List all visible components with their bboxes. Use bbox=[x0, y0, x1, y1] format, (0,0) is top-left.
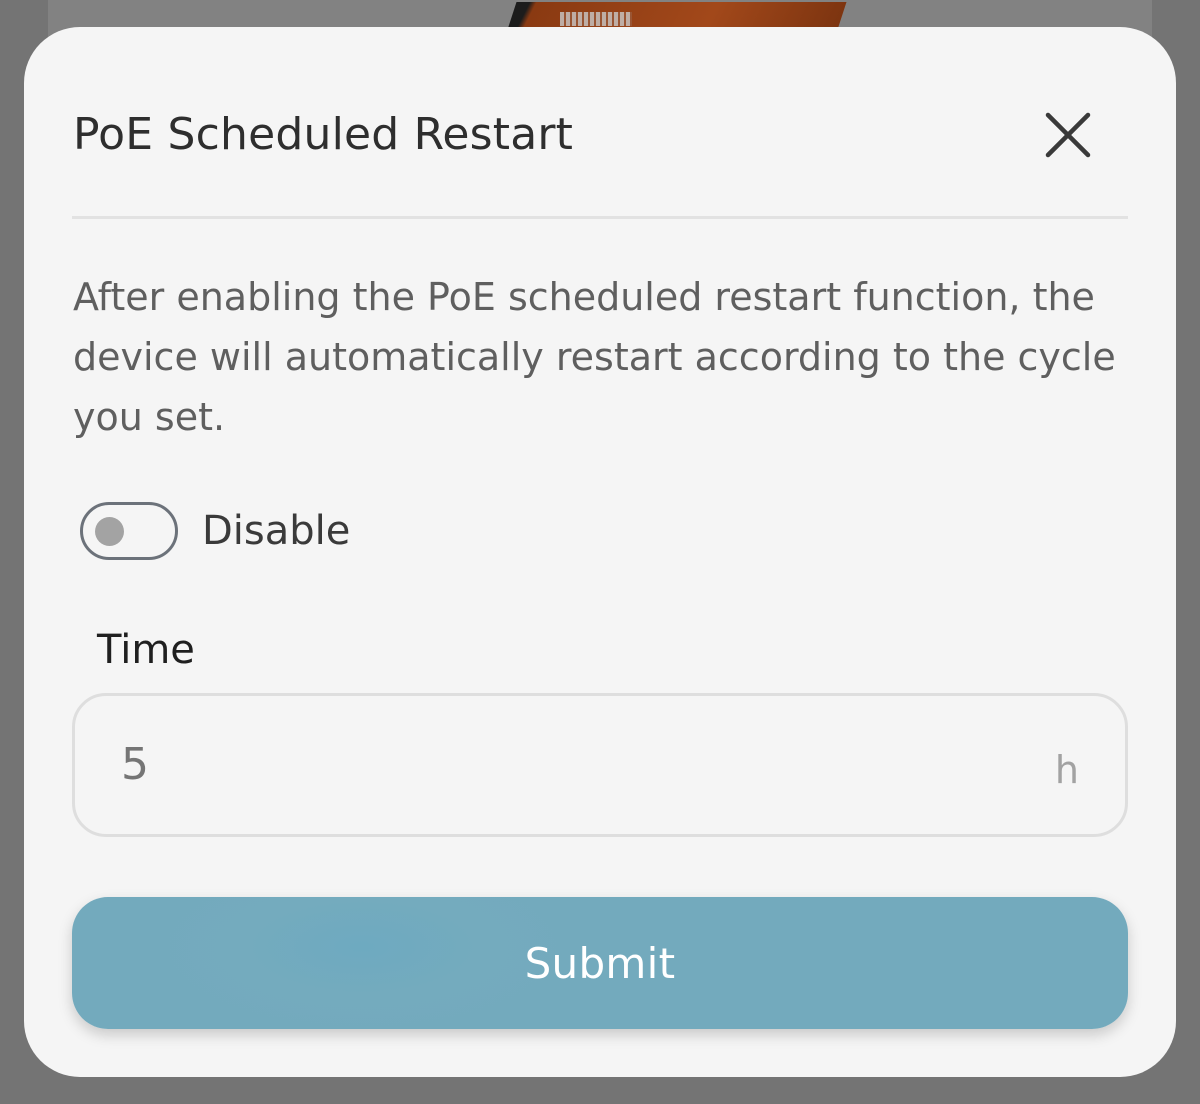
close-icon bbox=[1045, 112, 1091, 158]
toggle-status-label: Disable bbox=[202, 508, 351, 554]
background-product-label bbox=[560, 12, 632, 26]
header-divider bbox=[72, 216, 1128, 219]
dialog-description: After enabling the PoE scheduled restart… bbox=[73, 275, 1116, 439]
submit-button[interactable]: Submit bbox=[72, 897, 1128, 1029]
time-input[interactable] bbox=[121, 732, 1001, 796]
submit-button-label: Submit bbox=[524, 938, 676, 988]
enable-toggle-switch[interactable] bbox=[80, 502, 178, 560]
close-button[interactable] bbox=[1038, 105, 1098, 165]
toggle-knob bbox=[95, 517, 124, 546]
enable-toggle-row: Disable bbox=[80, 499, 350, 563]
dialog-title: PoE Scheduled Restart bbox=[73, 109, 574, 160]
poe-restart-dialog: PoE Scheduled Restart After enabling the… bbox=[24, 27, 1176, 1077]
time-unit-label: h bbox=[1054, 748, 1079, 792]
time-label: Time bbox=[97, 627, 195, 673]
time-field: h bbox=[72, 693, 1128, 837]
